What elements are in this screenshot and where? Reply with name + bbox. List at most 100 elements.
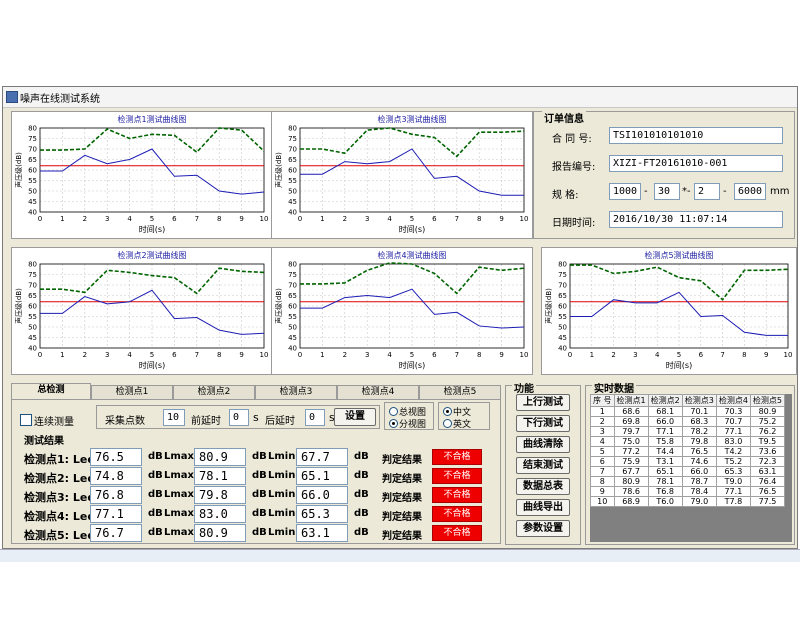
x-tick-label: 8 <box>217 351 221 359</box>
verdict-badge: 不合格 <box>432 487 482 503</box>
table-row[interactable]: 2 69.8 66.0 68.3 70.7 75.2 <box>590 416 786 427</box>
x-tick-label: 4 <box>387 351 392 359</box>
y-axis-label: 声压级(dB) <box>544 288 553 324</box>
end-test-button[interactable]: 结束测试 <box>516 457 570 474</box>
table-cell: 76.5 <box>749 486 786 497</box>
tab-point-3[interactable]: 检测点3 <box>255 385 337 399</box>
report-field[interactable]: XIZI-FT20161010-001 <box>609 155 783 172</box>
sample-count-field[interactable]: 10 <box>163 409 185 426</box>
y-tick-label: 65 <box>28 292 37 300</box>
pre-delay-unit: s <box>253 411 259 424</box>
export-curve-button[interactable]: 曲线导出 <box>516 499 570 516</box>
spec-width-field[interactable]: 30 <box>654 183 680 200</box>
chart-title: 检测点1测试曲线图 <box>117 114 186 124</box>
x-tick-label: 5 <box>410 351 414 359</box>
view-total-radio[interactable] <box>389 407 398 416</box>
realtime-grid[interactable]: 序 号检测点1 检测点2 检测点3 检测点4 检测点5 1 68.6 68.1 70.1 70.3… <box>590 394 792 542</box>
y-tick-label: 60 <box>28 167 37 175</box>
table-cell: 80.9 <box>613 476 649 487</box>
table-row[interactable]: 10 68.9 T6.0 79.0 T7.8 77.5 <box>590 496 786 507</box>
table-row[interactable]: 3 79.7 T7.1 78.2 77.1 76.2 <box>590 426 786 437</box>
table-row[interactable]: 1 68.6 68.1 70.1 70.3 80.9 <box>590 406 786 417</box>
table-cell: 70.7 <box>715 416 751 427</box>
data-summary-button[interactable]: 数据总表 <box>516 478 570 495</box>
verdict-badge: 不合格 <box>432 449 482 465</box>
leq-field[interactable]: 76.5 <box>90 448 142 466</box>
lmin-label: Lmin <box>268 451 296 462</box>
lmin-field[interactable]: 65.1 <box>296 467 348 485</box>
y-tick-label: 40 <box>28 345 37 353</box>
upstream-test-button[interactable]: 上行测试 <box>516 394 570 411</box>
table-cell: 69.8 <box>613 416 649 427</box>
tab-total[interactable]: 总检测 <box>11 383 91 399</box>
y-tick-label: 70 <box>288 146 297 154</box>
table-row[interactable]: 7 67.7 65.1 66.0 65.3 63.1 <box>590 466 786 477</box>
table-cell: 78.4 <box>681 486 717 497</box>
leq-field[interactable]: 74.8 <box>90 467 142 485</box>
lmax-field[interactable]: 83.0 <box>194 505 246 523</box>
lmin-field[interactable]: 65.3 <box>296 505 348 523</box>
sample-label: 采集点数 <box>105 416 145 427</box>
lmin-field[interactable]: 63.1 <box>296 524 348 542</box>
lmax-field[interactable]: 78.1 <box>194 467 246 485</box>
downstream-test-button[interactable]: 下行测试 <box>516 415 570 432</box>
lmax-field[interactable]: 80.9 <box>194 448 246 466</box>
tab-point-2[interactable]: 检测点2 <box>173 385 255 399</box>
table-cell: T3.1 <box>647 456 683 467</box>
contract-field[interactable]: TSI101010101010 <box>609 127 783 144</box>
x-tick-label: 10 <box>520 351 529 359</box>
lmin-field[interactable]: 66.0 <box>296 486 348 504</box>
leq-field[interactable]: 77.1 <box>90 505 142 523</box>
x-tick-label: 3 <box>633 351 637 359</box>
table-row[interactable]: 4 75.0 T5.8 79.8 83.0 T9.5 <box>590 436 786 447</box>
realtime-table: 序 号检测点1 检测点2 检测点3 检测点4 检测点5 1 68.6 68.1 70.1 70.3… <box>590 394 786 507</box>
lmax-field[interactable]: 79.8 <box>194 486 246 504</box>
table-cell: T5.8 <box>647 436 683 447</box>
set-button[interactable]: 设置 <box>334 408 376 426</box>
lang-cn-radio[interactable] <box>443 407 452 416</box>
y-tick-label: 45 <box>288 334 297 342</box>
continuous-checkbox[interactable] <box>20 414 32 426</box>
spec-length-field[interactable]: 1000 <box>609 183 641 200</box>
x-tick-label: 2 <box>83 215 87 223</box>
x-tick-label: 8 <box>477 215 481 223</box>
lmax-field[interactable]: 80.9 <box>194 524 246 542</box>
tab-point-4[interactable]: 检测点4 <box>337 385 419 399</box>
x-tick-label: 5 <box>410 215 414 223</box>
tab-point-1[interactable]: 检测点1 <box>91 385 173 399</box>
table-cell: 77.1 <box>715 426 751 437</box>
lmax-label: Lmax <box>164 489 194 500</box>
table-row[interactable]: 8 80.9 78.1 78.7 T9.0 76.4 <box>590 476 786 487</box>
continuous-label: 连续测量 <box>34 417 74 428</box>
spec-depth-field[interactable]: 6000 <box>734 183 766 200</box>
pre-delay-field[interactable]: 0 <box>229 409 249 426</box>
date-field[interactable]: 2016/10/30 11:07:14 <box>609 211 783 228</box>
y-tick-label: 70 <box>288 282 297 290</box>
x-tick-label: 4 <box>655 351 660 359</box>
lmin-field[interactable]: 67.7 <box>296 448 348 466</box>
leq-unit: dB <box>148 489 163 500</box>
chart-svg: 检测点1测试曲线图0 1 2 3 4 5 6 7 8 9 10404550556065707580时… <box>14 114 268 234</box>
table-cell: 2 <box>590 416 615 427</box>
table-row[interactable]: 6 75.9 T3.1 74.6 T5.2 72.3 <box>590 456 786 467</box>
chart-svg: 检测点4测试曲线图0 1 2 3 4 5 6 7 8 9 10404550556065707580时… <box>274 250 529 370</box>
verdict-badge: 不合格 <box>432 525 482 541</box>
table-row[interactable]: 5 77.2 T4.4 76.5 T4.2 73.6 <box>590 446 786 457</box>
table-cell: 1 <box>590 406 615 417</box>
tab-point-5[interactable]: 检测点5 <box>419 385 501 399</box>
y-tick-label: 65 <box>28 156 37 164</box>
lang-en-radio[interactable] <box>443 419 452 428</box>
view-split-radio[interactable] <box>389 419 398 428</box>
clear-curve-button[interactable]: 曲线清除 <box>516 436 570 453</box>
post-delay-field[interactable]: 0 <box>305 409 325 426</box>
chart-point-3: 检测点3测试曲线图 0 1 2 3 4 5 6 7 8 9 10 40 45 50 55 60 65 70 75 80 时… <box>271 111 533 239</box>
param-settings-button[interactable]: 参数设置 <box>516 520 570 537</box>
leq-field[interactable]: 76.7 <box>90 524 142 542</box>
spec-height-field[interactable]: 2 <box>694 183 720 200</box>
table-row[interactable]: 9 78.6 T6.8 78.4 77.1 76.5 <box>590 486 786 497</box>
chart-svg: 检测点2测试曲线图0 1 2 3 4 5 6 7 8 9 10404550556065707580时… <box>14 250 268 370</box>
table-cell: 79.0 <box>681 496 717 507</box>
x-tick-label: 10 <box>520 215 529 223</box>
table-cell: 8 <box>590 476 615 487</box>
leq-field[interactable]: 76.8 <box>90 486 142 504</box>
